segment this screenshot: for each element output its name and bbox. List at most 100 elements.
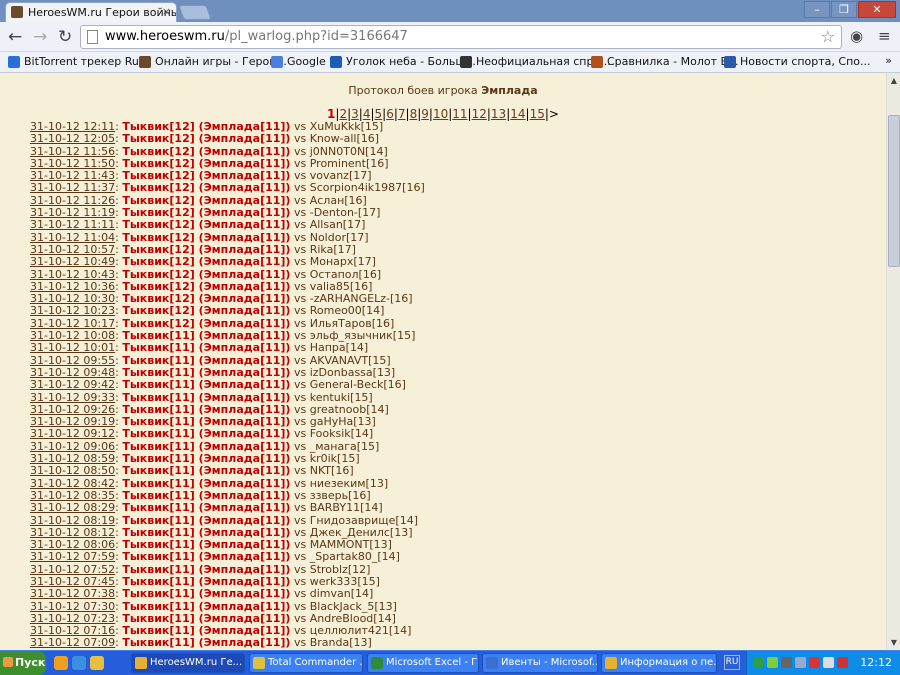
opponent-name[interactable]: ззверь[16] [310, 489, 371, 502]
player-team[interactable]: Тыквик[12] (Эмплада[11]) [122, 304, 290, 317]
player-team[interactable]: Тыквик[11] (Эмплада[11]) [122, 501, 290, 514]
player-team[interactable]: Тыквик[11] (Эмплада[11]) [122, 526, 290, 539]
opponent-name[interactable]: vovanz[17] [310, 169, 372, 182]
battle-date-link[interactable]: 31-10-12 11:37 [30, 181, 115, 194]
opponent-name[interactable]: kentuki[15] [310, 391, 373, 404]
battle-date-link[interactable]: 31-10-12 09:26 [30, 403, 115, 416]
extension-eye-icon[interactable]: ◉ [850, 27, 863, 45]
new-tab-button[interactable] [178, 5, 212, 20]
pager-link[interactable]: 10 [433, 107, 448, 121]
battle-date-link[interactable]: 31-10-12 10:49 [30, 255, 115, 268]
opponent-name[interactable]: Аслан[16] [310, 194, 367, 207]
battle-date-link[interactable]: 31-10-12 07:09 [30, 636, 115, 649]
quicklaunch-ie-icon[interactable] [72, 656, 86, 670]
taskbar-task[interactable]: Информация о пе... [601, 653, 717, 673]
player-team[interactable]: Тыквик[11] (Эмплада[11]) [122, 538, 290, 551]
battle-date-link[interactable]: 31-10-12 10:43 [30, 268, 115, 281]
language-indicator[interactable]: RU [724, 655, 740, 670]
opponent-name[interactable]: _манага[15] [310, 440, 380, 453]
player-team[interactable]: Тыквик[11] (Эмплада[11]) [122, 354, 290, 367]
battle-date-link[interactable]: 31-10-12 08:35 [30, 489, 115, 502]
bookmark-item[interactable]: Google [271, 55, 326, 68]
player-team[interactable]: Тыквик[11] (Эмплада[11]) [122, 550, 290, 563]
pager-link[interactable]: 14 [510, 107, 525, 121]
opponent-name[interactable]: dimvan[14] [310, 587, 374, 600]
player-team[interactable]: Тыквик[11] (Эмплада[11]) [122, 366, 290, 379]
battle-date-link[interactable]: 31-10-12 11:11 [30, 218, 115, 231]
bookmark-item[interactable]: Новости спорта, Спо... [724, 55, 871, 68]
battle-date-link[interactable]: 31-10-12 08:19 [30, 514, 115, 527]
pager-link[interactable]: 3 [351, 107, 359, 121]
battle-date-link[interactable]: 31-10-12 07:16 [30, 624, 115, 637]
pager-link[interactable]: 6 [386, 107, 394, 121]
player-team[interactable]: Тыквик[11] (Эмплада[11]) [122, 514, 290, 527]
opponent-name[interactable]: BARBY11[14] [310, 501, 383, 514]
bookmark-item[interactable]: Сравнилка - Молот В... [591, 55, 739, 68]
opponent-name[interactable]: Know-all[16] [310, 132, 379, 145]
tab-close-icon[interactable]: × [162, 5, 171, 18]
player-team[interactable]: Тыквик[12] (Эмплада[11]) [122, 145, 290, 158]
reload-icon[interactable]: ↻ [58, 27, 72, 47]
battle-date-link[interactable]: 31-10-12 08:29 [30, 501, 115, 514]
tray-icon[interactable] [767, 657, 778, 668]
opponent-name[interactable]: izDonbassa[13] [310, 366, 396, 379]
taskbar-task[interactable]: Total Commander ... [249, 653, 363, 673]
battle-date-link[interactable]: 31-10-12 11:19 [30, 206, 115, 219]
opponent-name[interactable]: Stroblz[12] [310, 563, 371, 576]
battle-date-link[interactable]: 31-10-12 11:50 [30, 157, 115, 170]
battle-date-link[interactable]: 31-10-12 08:50 [30, 464, 115, 477]
battle-date-link[interactable]: 31-10-12 07:30 [30, 600, 115, 613]
menu-icon[interactable]: ≡ [878, 27, 891, 45]
opponent-name[interactable]: Гнидозаврище[14] [310, 514, 418, 527]
player-team[interactable]: Тыквик[11] (Эмплада[11]) [122, 403, 290, 416]
player-team[interactable]: Тыквик[11] (Эмплада[11]) [122, 624, 290, 637]
opponent-name[interactable]: werk333[15] [310, 575, 380, 588]
opponent-name[interactable]: greatnoob[14] [310, 403, 389, 416]
battle-date-link[interactable]: 31-10-12 08:59 [30, 452, 115, 465]
player-team[interactable]: Тыквик[11] (Эмплада[11]) [122, 378, 290, 391]
opponent-name[interactable]: Fooksik[14] [310, 427, 374, 440]
battle-date-link[interactable]: 31-10-12 11:56 [30, 145, 115, 158]
player-team[interactable]: Тыквик[11] (Эмплада[11]) [122, 427, 290, 440]
pager-link[interactable]: 2 [339, 107, 347, 121]
opponent-name[interactable]: Монарх[17] [310, 255, 376, 268]
tray-icon[interactable] [795, 657, 806, 668]
battle-date-link[interactable]: 31-10-12 11:26 [30, 194, 115, 207]
battle-date-link[interactable]: 31-10-12 10:30 [30, 292, 115, 305]
address-bar[interactable]: www.heroeswm.ru/pl_warlog.php?id=3166647… [80, 25, 842, 49]
tray-icon[interactable] [809, 657, 820, 668]
bookmark-item[interactable]: Онлайн игры - Герои... [139, 55, 287, 68]
battle-date-link[interactable]: 31-10-12 10:01 [30, 341, 115, 354]
opponent-name[interactable]: целлюлит421[14] [310, 624, 412, 637]
opponent-name[interactable]: AndreBlood[14] [310, 612, 396, 625]
pager-link[interactable]: 7 [398, 107, 406, 121]
tray-icon[interactable] [753, 657, 764, 668]
bookmark-item[interactable]: Неофициальная спра... [460, 55, 611, 68]
player-team[interactable]: Тыквик[12] (Эмплада[11]) [122, 169, 290, 182]
player-team[interactable]: Тыквик[11] (Эмплада[11]) [122, 636, 290, 649]
battle-date-link[interactable]: 31-10-12 09:19 [30, 415, 115, 428]
player-team[interactable]: Тыквик[12] (Эмплада[11]) [122, 218, 290, 231]
player-team[interactable]: Тыквик[12] (Эмплада[11]) [122, 132, 290, 145]
battle-date-link[interactable]: 31-10-12 08:06 [30, 538, 115, 551]
player-team[interactable]: Тыквик[12] (Эмплада[11]) [122, 194, 290, 207]
start-button[interactable]: Пуск [0, 651, 46, 675]
opponent-name[interactable]: Напра[14] [310, 341, 369, 354]
opponent-name[interactable]: Scorpion4ik1987[16] [310, 181, 425, 194]
opponent-name[interactable]: Остапол[16] [310, 268, 381, 281]
scroll-down-icon[interactable]: ▼ [888, 636, 900, 649]
player-team[interactable]: Тыквик[11] (Эмплада[11]) [122, 612, 290, 625]
opponent-name[interactable]: ниезеким[13] [310, 477, 388, 490]
pager-link[interactable]: 5 [375, 107, 383, 121]
opponent-name[interactable]: XuMuKkk[15] [310, 120, 384, 133]
player-team[interactable]: Тыквик[11] (Эмплада[11]) [122, 477, 290, 490]
opponent-name[interactable]: -zARHANGELz-[16] [310, 292, 413, 305]
quicklaunch-opera-icon[interactable] [54, 656, 68, 670]
taskbar-task[interactable]: Microsoft Excel - Г... [367, 653, 479, 673]
taskbar-task[interactable]: Ивенты - Microsof... [482, 653, 598, 673]
battle-date-link[interactable]: 31-10-12 07:23 [30, 612, 115, 625]
player-team[interactable]: Тыквик[12] (Эмплада[11]) [122, 280, 290, 293]
opponent-name[interactable]: Noldor[17] [310, 231, 369, 244]
battle-date-link[interactable]: 31-10-12 11:43 [30, 169, 115, 182]
quicklaunch-folder-icon[interactable] [90, 656, 104, 670]
